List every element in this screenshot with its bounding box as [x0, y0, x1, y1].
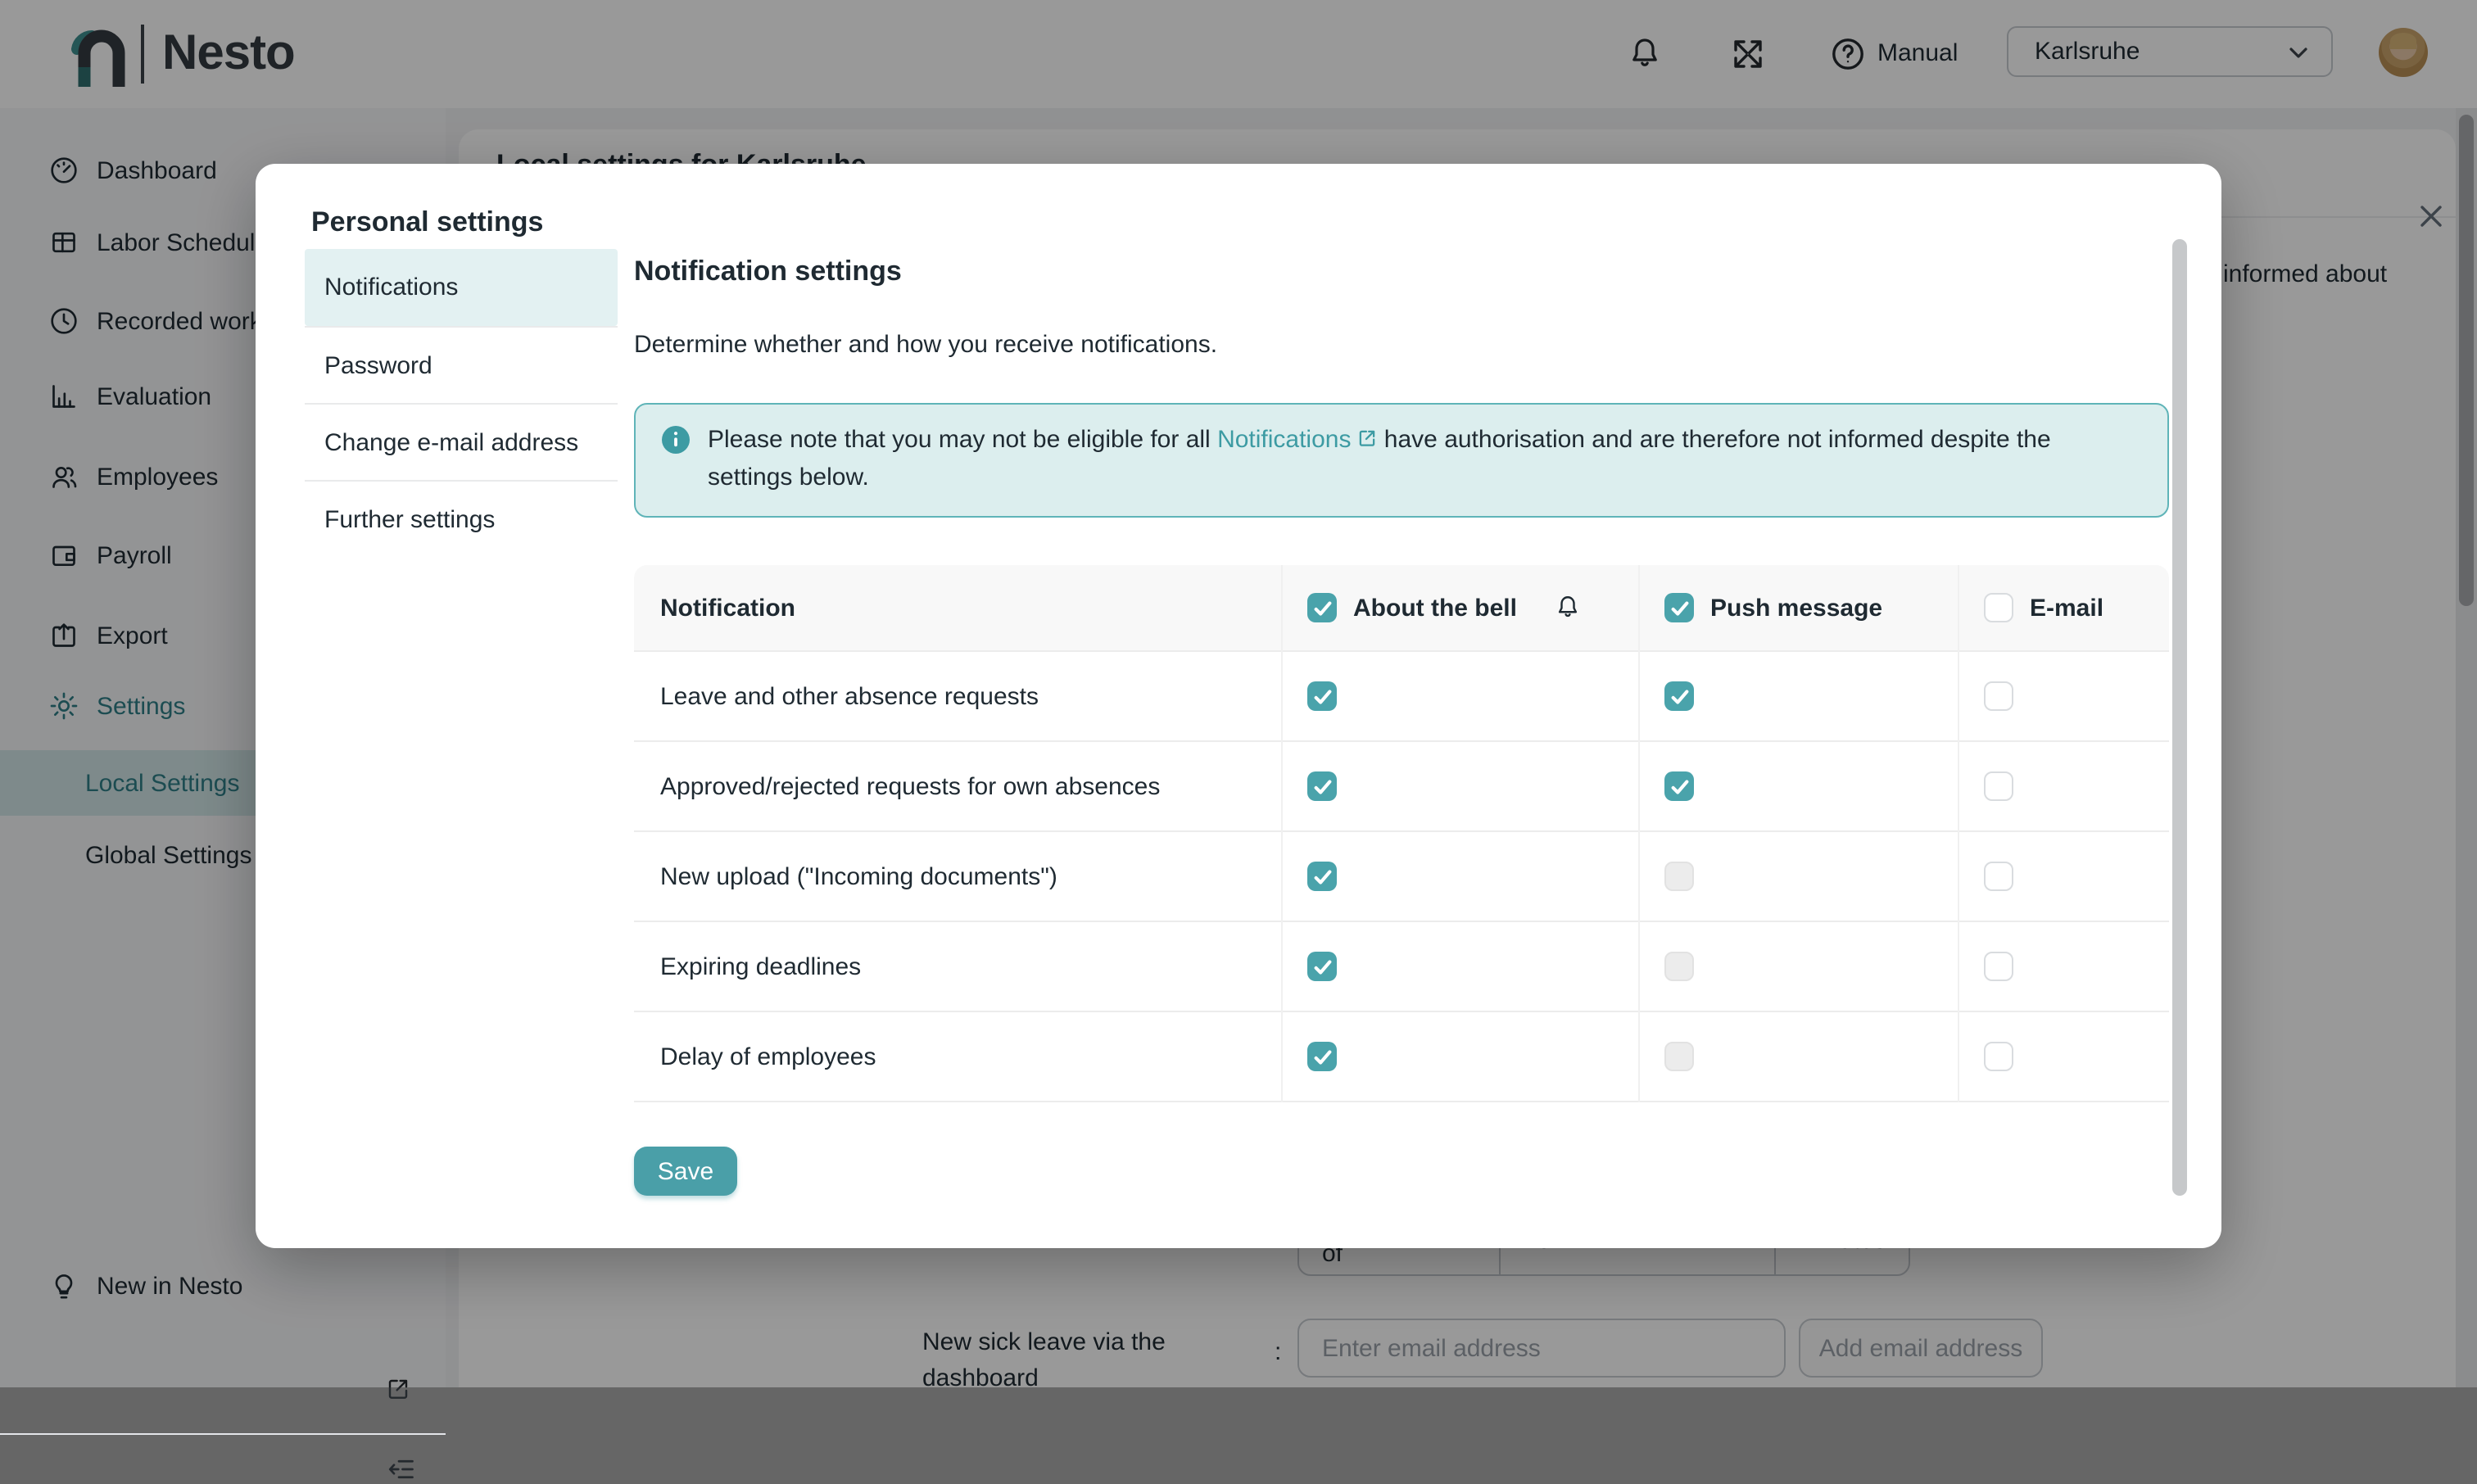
row-checkbox-push-message[interactable] — [1664, 681, 1694, 711]
row-checkbox-email[interactable] — [1984, 862, 2013, 891]
check-icon — [1669, 776, 1690, 797]
modal-menu: NotificationsPasswordChange e-mail addre… — [305, 249, 618, 557]
app-root: Nesto Manual Karlsruhe DashboardLabor Sc… — [0, 0, 2477, 1387]
modal-menu-item-password[interactable]: Password — [305, 326, 618, 403]
check-icon — [1311, 866, 1333, 887]
info-banner: Please note that you may not be eligible… — [634, 403, 2169, 518]
row-checkbox-about-the-bell[interactable] — [1307, 952, 1337, 981]
column-header-email: E-mail — [2030, 594, 2103, 622]
section-description: Determine whether and how you receive no… — [634, 331, 1217, 359]
row-label: Delay of employees — [660, 1043, 876, 1070]
row-checkbox-push-message[interactable] — [1664, 1042, 1694, 1071]
row-checkbox-about-the-bell[interactable] — [1307, 681, 1337, 711]
collapse-sidebar-icon[interactable] — [387, 1455, 416, 1484]
row-checkbox-about-the-bell[interactable] — [1307, 1042, 1337, 1071]
external-link-icon — [1356, 428, 1377, 449]
table-row: Expiring deadlines — [634, 921, 2169, 1011]
column-header-about-the-bell: About the bell — [1353, 594, 1517, 622]
column-divider — [1958, 565, 1959, 1102]
table-header-row: Notification About the bell Push message… — [634, 565, 2169, 650]
close-icon[interactable] — [2415, 200, 2448, 233]
banner-notifications-link[interactable]: Notifications — [1217, 426, 1351, 454]
row-checkbox-about-the-bell[interactable] — [1307, 862, 1337, 891]
column-header-push-message: Push message — [1710, 594, 1882, 622]
row-checkbox-about-the-bell[interactable] — [1307, 771, 1337, 801]
info-icon — [662, 426, 690, 454]
section-heading: Notification settings — [634, 256, 902, 288]
personal-settings-modal: Personal settings NotificationsPasswordC… — [256, 164, 2221, 1248]
row-checkbox-push-message[interactable] — [1664, 952, 1694, 981]
row-checkbox-push-message[interactable] — [1664, 771, 1694, 801]
modal-title: Personal settings — [311, 206, 543, 239]
table-bottom-border — [634, 1101, 2169, 1102]
column-header-notification: Notification — [660, 594, 795, 622]
table-row: Approved/rejected requests for own absen… — [634, 740, 2169, 830]
save-button[interactable]: Save — [634, 1147, 737, 1196]
row-checkbox-email[interactable] — [1984, 1042, 2013, 1071]
check-icon — [1669, 685, 1690, 707]
row-label: Leave and other absence requests — [660, 682, 1039, 710]
header-checkbox-email[interactable] — [1984, 593, 2013, 622]
check-icon — [1669, 597, 1690, 618]
modal-menu-item-further-settings[interactable]: Further settings — [305, 480, 618, 557]
row-checkbox-push-message[interactable] — [1664, 862, 1694, 891]
row-label: Approved/rejected requests for own absen… — [660, 772, 1160, 800]
table-row: New upload ("Incoming documents") — [634, 830, 2169, 921]
check-icon — [1311, 1046, 1333, 1067]
modal-scrollbar-thumb[interactable] — [2172, 239, 2187, 1196]
modal-content: Notification settings Determine whether … — [634, 164, 2169, 1248]
modal-menu-item-notifications[interactable]: Notifications — [305, 249, 618, 326]
check-icon — [1311, 685, 1333, 707]
column-divider — [1638, 565, 1640, 1102]
table-row: Leave and other absence requests — [634, 650, 2169, 740]
check-icon — [1311, 776, 1333, 797]
bell-icon — [1553, 593, 1583, 622]
notification-table: Notification About the bell Push message… — [634, 565, 2169, 1102]
header-checkbox-about-the-bell[interactable] — [1307, 593, 1337, 622]
row-checkbox-email[interactable] — [1984, 771, 2013, 801]
row-checkbox-email[interactable] — [1984, 681, 2013, 711]
column-divider — [1281, 565, 1283, 1102]
check-icon — [1311, 956, 1333, 977]
banner-text-before: Please note that you may not be eligible… — [708, 426, 1217, 454]
row-label: Expiring deadlines — [660, 952, 861, 980]
row-label: New upload ("Incoming documents") — [660, 862, 1057, 890]
sidebar-footer-divider — [0, 1433, 446, 1435]
modal-menu-item-change-e-mail-address[interactable]: Change e-mail address — [305, 403, 618, 480]
header-checkbox-push-message[interactable] — [1664, 593, 1694, 622]
table-row: Delay of employees — [634, 1011, 2169, 1101]
check-icon — [1311, 597, 1333, 618]
row-checkbox-email[interactable] — [1984, 952, 2013, 981]
